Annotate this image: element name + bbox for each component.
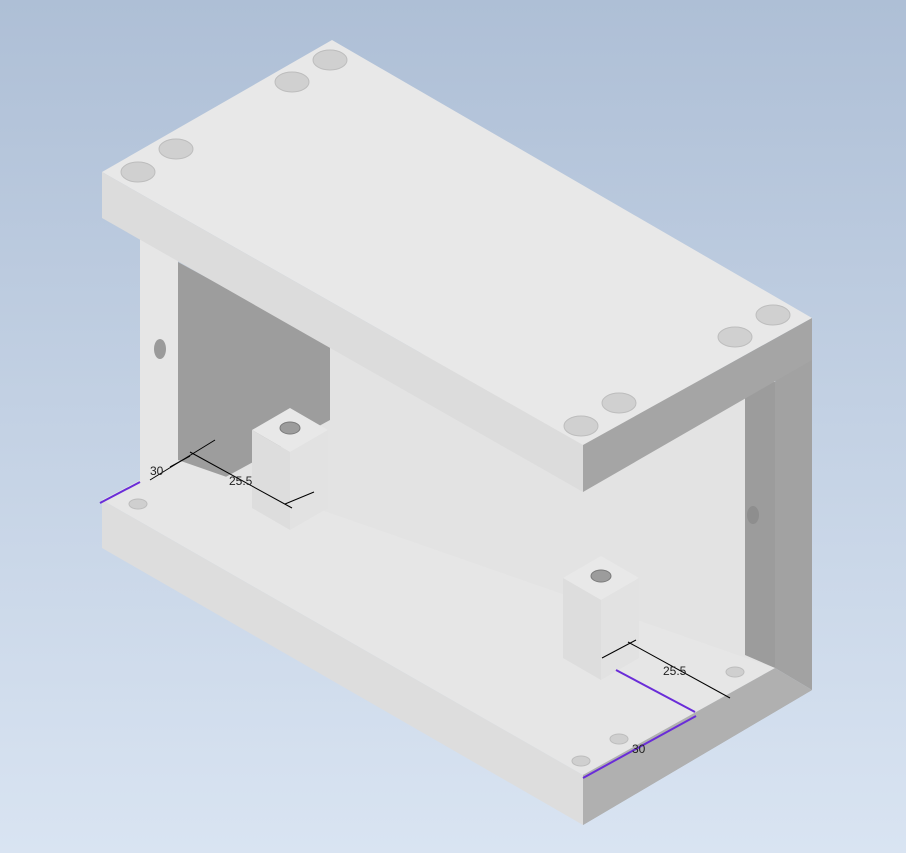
hole-icon [755,304,791,326]
right-side-hole-icon [747,506,759,524]
hole-icon [128,498,148,510]
hole-icon [717,326,753,348]
left-threaded-block[interactable] [252,408,328,530]
left-post-front-face [140,218,178,503]
thread-hole-icon [590,569,612,583]
dimension-label: 30 [150,464,164,478]
hole-icon [312,49,348,71]
dimension-label: 30 [632,742,646,756]
hole-icon [274,71,310,93]
hole-icon [571,755,591,767]
dimension-label: 25.5 [663,664,687,678]
hole-icon [563,415,599,437]
hole-icon [158,138,194,160]
dimension-label: 25.5 [229,474,253,488]
hole-icon [609,733,629,745]
dimension-right-depth: 30 [632,742,646,756]
cad-viewport[interactable]: 30 25.5 25.5 30 [0,0,906,853]
left-side-hole-icon [154,339,166,359]
hole-icon [725,666,745,678]
right-threaded-block[interactable] [563,556,639,680]
hole-icon [120,161,156,183]
right-wall-inner-face [745,382,775,668]
thread-hole-icon [279,421,301,435]
hole-icon [601,392,637,414]
